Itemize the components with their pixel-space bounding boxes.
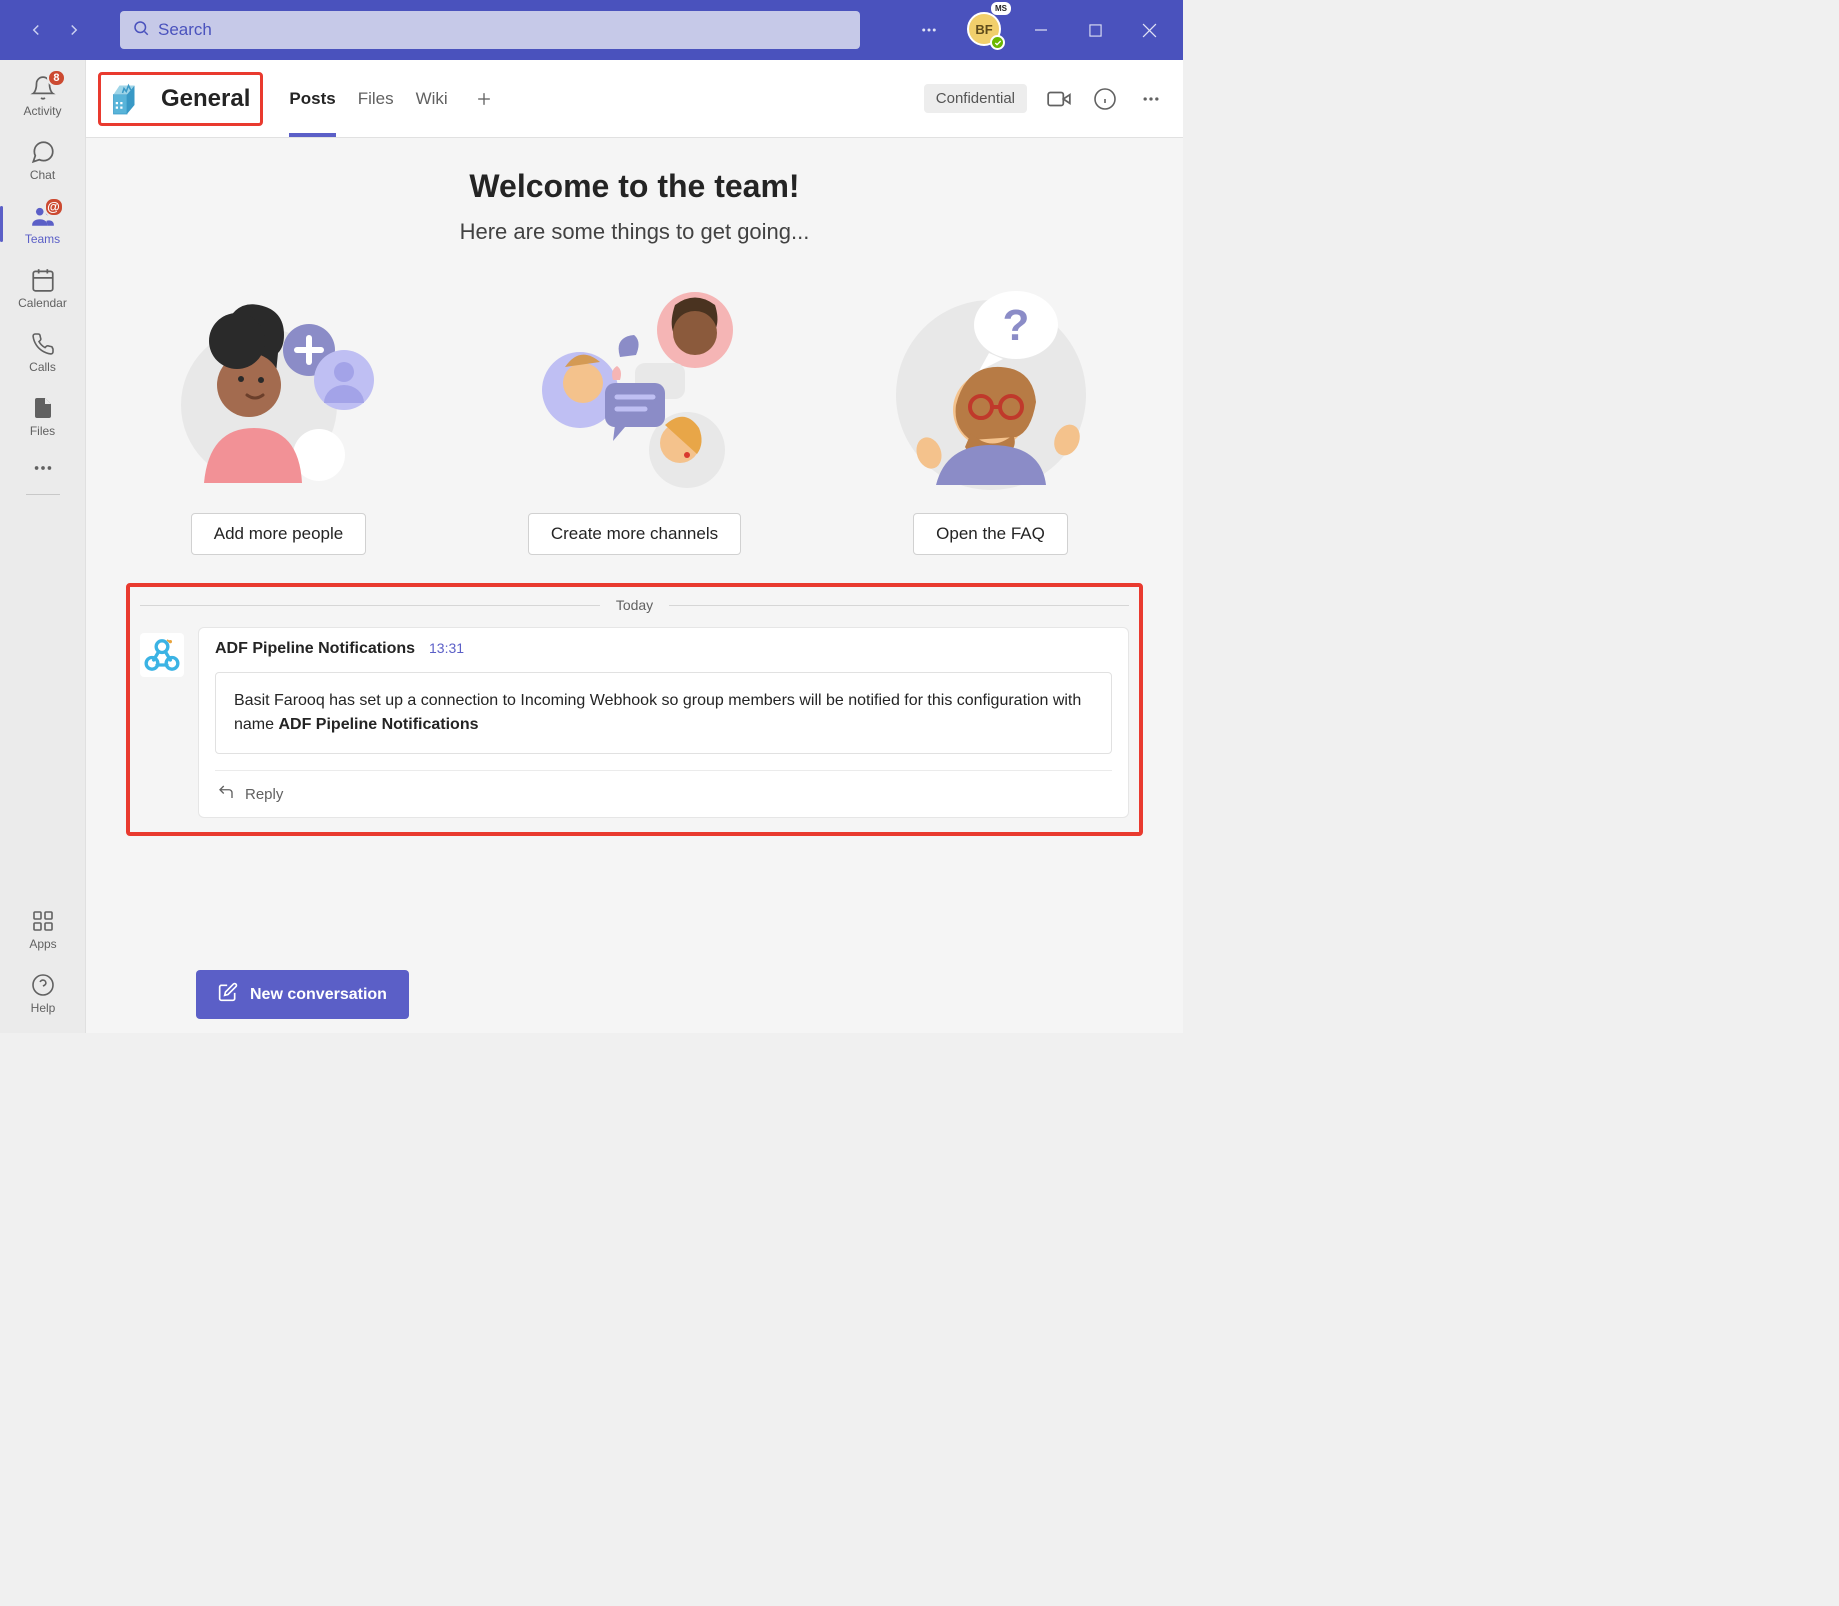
mention-badge: @ — [44, 197, 64, 217]
compose-icon — [218, 982, 238, 1007]
close-button[interactable] — [1133, 14, 1165, 46]
header-actions: Confidential — [924, 84, 1165, 113]
content-area: General Posts Files Wiki Confidential — [86, 60, 1183, 1033]
history-nav — [10, 14, 100, 46]
welcome-cards: Add more people — [126, 275, 1143, 555]
rail-label: Activity — [23, 104, 61, 118]
rail-label: Calendar — [18, 296, 67, 310]
more-icon[interactable] — [913, 14, 945, 46]
search-box[interactable] — [120, 11, 860, 49]
calendar-icon — [30, 267, 56, 293]
rail-chat[interactable]: Chat — [0, 128, 86, 192]
new-conversation-button[interactable]: New conversation — [196, 970, 409, 1019]
back-button[interactable] — [20, 14, 52, 46]
channel-name: General — [161, 85, 250, 113]
file-icon — [30, 395, 56, 421]
welcome-subtitle: Here are some things to get going... — [126, 219, 1143, 245]
posts-body[interactable]: Welcome to the team! Here are some thing… — [86, 138, 1183, 960]
add-people-button[interactable]: Add more people — [191, 513, 366, 555]
welcome-title: Welcome to the team! — [126, 168, 1143, 205]
welcome-block: Welcome to the team! Here are some thing… — [126, 168, 1143, 245]
rail-files[interactable]: Files — [0, 384, 86, 448]
reply-label: Reply — [245, 786, 283, 803]
illustration-channels — [525, 275, 745, 495]
rail-separator — [26, 494, 60, 495]
message-time: 13:31 — [429, 640, 464, 656]
card-add-people: Add more people — [149, 275, 409, 555]
add-tab-button[interactable] — [470, 85, 498, 113]
app-rail: 8 Activity Chat @ Teams Calendar — [0, 60, 86, 1033]
search-icon — [132, 19, 150, 42]
chat-icon — [30, 139, 56, 165]
message-sender: ADF Pipeline Notifications — [215, 640, 415, 658]
rail-teams[interactable]: @ Teams — [0, 192, 86, 256]
titlebar: MS BF — [0, 0, 1183, 60]
webhook-avatar-icon — [140, 633, 184, 677]
presence-available-icon — [990, 35, 1005, 50]
activity-badge: 8 — [47, 69, 65, 87]
maximize-button[interactable] — [1079, 14, 1111, 46]
ellipsis-icon — [30, 455, 56, 481]
message-body[interactable]: ADF Pipeline Notifications 13:31 Basit F… — [198, 627, 1129, 818]
help-icon — [30, 972, 56, 998]
rail-apps[interactable]: Apps — [0, 897, 86, 961]
date-separator: Today — [140, 597, 1129, 613]
compose-area: New conversation — [86, 960, 1183, 1033]
search-input[interactable] — [158, 20, 848, 40]
reply-icon — [217, 783, 235, 805]
bell-icon: 8 — [30, 75, 56, 101]
rail-help[interactable]: Help — [0, 961, 86, 1025]
channel-title-annotation: General — [98, 72, 263, 126]
rail-label: Teams — [25, 232, 60, 246]
sensitivity-label[interactable]: Confidential — [924, 84, 1027, 113]
date-label: Today — [616, 597, 653, 613]
card-open-faq: ? Open the FAQ — [861, 275, 1121, 555]
rail-activity[interactable]: 8 Activity — [0, 64, 86, 128]
org-badge: MS — [991, 2, 1011, 15]
card-create-channels: Create more channels — [505, 275, 765, 555]
channel-header: General Posts Files Wiki Confidential — [86, 60, 1183, 138]
rail-label: Chat — [30, 168, 55, 182]
open-faq-button[interactable]: Open the FAQ — [913, 513, 1068, 555]
titlebar-right: MS BF — [913, 12, 1173, 48]
more-options-icon[interactable] — [1137, 85, 1165, 113]
message-bold: ADF Pipeline Notifications — [278, 716, 478, 733]
new-conversation-label: New conversation — [250, 986, 387, 1004]
meet-icon[interactable] — [1045, 85, 1073, 113]
apps-icon — [30, 908, 56, 934]
search-container — [120, 11, 860, 49]
rail-label: Calls — [29, 360, 56, 374]
tab-files[interactable]: Files — [358, 60, 394, 137]
message-annotation: Today — [126, 583, 1143, 836]
rail-label: Help — [31, 1001, 56, 1015]
message-card: Basit Farooq has set up a connection to … — [215, 672, 1112, 754]
reply-button[interactable]: Reply — [215, 770, 1112, 817]
illustration-add-people — [169, 275, 389, 495]
illustration-faq: ? — [881, 275, 1101, 495]
team-logo-icon — [107, 79, 147, 119]
teams-icon: @ — [30, 203, 56, 229]
rail-label: Files — [30, 424, 55, 438]
forward-button[interactable] — [58, 14, 90, 46]
rail-label: Apps — [29, 937, 56, 951]
tab-wiki[interactable]: Wiki — [416, 60, 448, 137]
rail-more[interactable] — [0, 448, 86, 488]
create-channels-button[interactable]: Create more channels — [528, 513, 741, 555]
user-avatar[interactable]: MS BF — [967, 12, 1003, 48]
rail-calendar[interactable]: Calendar — [0, 256, 86, 320]
rail-calls[interactable]: Calls — [0, 320, 86, 384]
tab-posts[interactable]: Posts — [289, 60, 335, 137]
minimize-button[interactable] — [1025, 14, 1057, 46]
message-item: ADF Pipeline Notifications 13:31 Basit F… — [140, 627, 1129, 818]
phone-icon — [30, 331, 56, 357]
channel-tabs: Posts Files Wiki — [289, 60, 497, 137]
svg-text:?: ? — [1002, 301, 1029, 350]
info-icon[interactable] — [1091, 85, 1119, 113]
